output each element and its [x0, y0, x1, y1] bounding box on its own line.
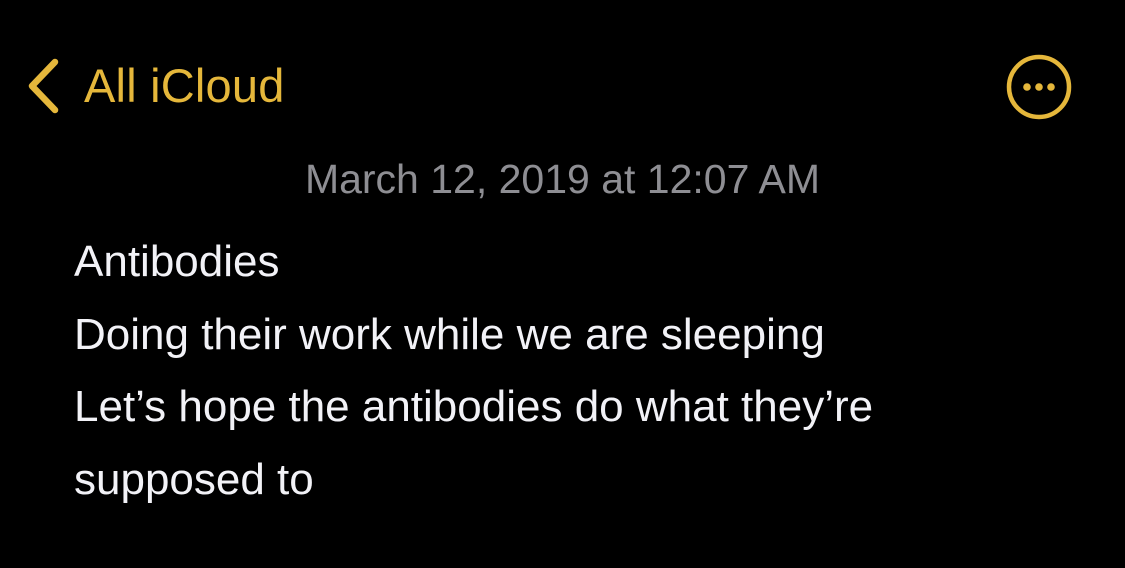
back-button[interactable]: All iCloud	[24, 54, 285, 118]
navigation-bar: All iCloud	[0, 0, 1125, 170]
note-body[interactable]: Antibodies Doing their work while we are…	[74, 226, 1074, 516]
chevron-left-icon	[28, 58, 59, 114]
note-title-line: Antibodies	[74, 237, 280, 286]
more-options-button[interactable]	[1006, 54, 1072, 120]
ellipsis-circle-icon	[1006, 54, 1072, 120]
note-text-line: Let’s hope the antibodies do what they’r…	[74, 382, 874, 431]
note-timestamp: March 12, 2019 at 12:07 AM	[304, 156, 821, 202]
back-button-label: All iCloud	[84, 59, 285, 112]
note-text-line: Doing their work while we are sleeping	[74, 309, 825, 359]
note-text-line: supposed to	[74, 454, 314, 504]
